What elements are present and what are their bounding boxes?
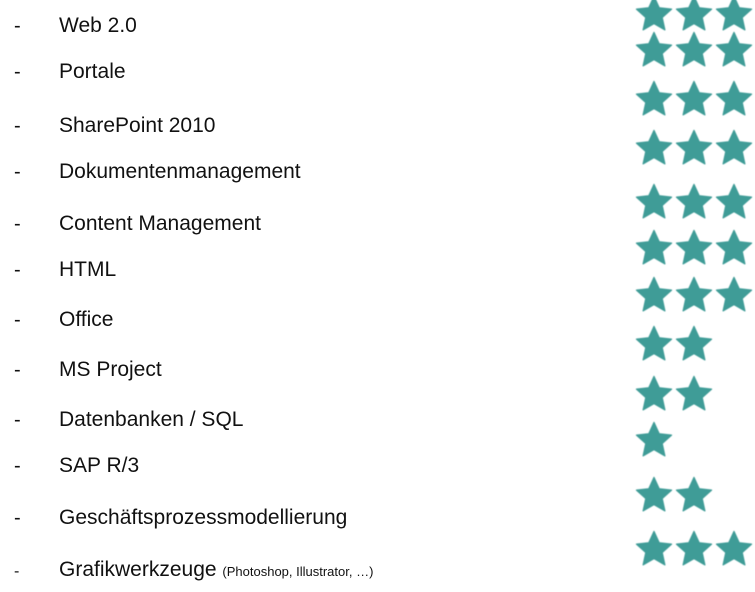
bullet-dash: - — [14, 161, 21, 183]
star-icon — [674, 529, 714, 569]
bullet-dash: - — [14, 359, 21, 381]
star-icon — [714, 275, 754, 315]
star-icon — [674, 79, 714, 119]
skill-label: Portale — [59, 58, 126, 86]
star-icon — [634, 79, 674, 119]
bullet-dash: - — [14, 455, 21, 477]
skill-name: Content Management — [59, 212, 261, 235]
star-icon — [634, 0, 674, 34]
skill-label: Content Management — [59, 210, 261, 238]
bullet-dash: - — [14, 213, 21, 235]
skill-label: Grafikwerkzeuge (Photoshop, Illustrator,… — [59, 556, 373, 586]
star-icon — [634, 324, 674, 364]
skill-rating — [634, 420, 674, 460]
bullet-dash: - — [14, 61, 21, 83]
star-icon — [674, 475, 714, 515]
skill-name: SAP R/3 — [59, 454, 140, 477]
skill-name: Grafikwerkzeuge — [59, 558, 217, 581]
skill-rating — [634, 30, 754, 70]
star-icon — [634, 475, 674, 515]
star-icon — [674, 228, 714, 268]
skill-label: SharePoint 2010 — [59, 112, 215, 140]
skill-label: HTML — [59, 256, 116, 284]
star-icon — [714, 79, 754, 119]
skill-name: HTML — [59, 258, 117, 281]
star-icon — [674, 374, 714, 414]
bullet-dash: - — [14, 309, 21, 331]
star-icon — [674, 128, 714, 168]
skill-label: Datenbanken / SQL — [59, 406, 243, 434]
star-icon — [634, 182, 674, 222]
skill-rating — [634, 275, 754, 315]
star-icon — [634, 374, 674, 414]
skill-name: MS Project — [59, 358, 162, 381]
bullet-dash: - — [14, 115, 21, 137]
skill-name: SharePoint 2010 — [59, 114, 216, 137]
skill-name: Datenbanken / SQL — [59, 408, 244, 431]
star-icon — [674, 30, 714, 70]
skill-label: Office — [59, 306, 113, 334]
star-icon — [714, 128, 754, 168]
star-icon — [634, 30, 674, 70]
bullet-dash: - — [14, 507, 21, 529]
skill-rating — [634, 128, 754, 168]
skill-label: MS Project — [59, 356, 162, 384]
star-icon — [714, 0, 754, 34]
star-icon — [634, 228, 674, 268]
skill-rating — [634, 228, 754, 268]
skill-row: - Grafikwerkzeuge (Photoshop, Illustrator… — [0, 530, 755, 592]
skill-name: Web 2.0 — [59, 14, 137, 37]
skill-note: (Photoshop, Illustrator, …) — [222, 564, 374, 579]
skill-name: Dokumentenmanagement — [59, 160, 301, 183]
star-icon — [674, 324, 714, 364]
skill-label: Geschäftsprozessmodellierung — [59, 504, 347, 532]
skill-rating — [634, 0, 754, 34]
bullet-dash: - — [14, 15, 21, 37]
star-icon — [674, 0, 714, 34]
star-icon — [634, 420, 674, 460]
skill-label: SAP R/3 — [59, 452, 139, 480]
skill-name: Geschäftsprozessmodellierung — [59, 506, 348, 529]
star-icon — [674, 182, 714, 222]
skill-rating — [634, 529, 754, 569]
skill-rating — [634, 79, 754, 119]
skill-name: Office — [59, 308, 114, 331]
star-icon — [674, 275, 714, 315]
skill-name: Portale — [59, 60, 126, 83]
skill-rating — [634, 182, 754, 222]
skill-rating — [634, 324, 714, 364]
star-icon — [714, 182, 754, 222]
bullet-dash: - — [14, 259, 21, 281]
skill-list: - Web 2.0 - Portale - SharePoint 2010 - Dokumen… — [0, 0, 755, 588]
star-icon — [714, 529, 754, 569]
bullet-dash: - — [14, 409, 21, 431]
star-icon — [634, 275, 674, 315]
star-icon — [714, 228, 754, 268]
bullet-dash: - — [14, 563, 20, 580]
star-icon — [714, 30, 754, 70]
star-icon — [634, 128, 674, 168]
skill-label: Web 2.0 — [59, 12, 137, 40]
star-icon — [634, 529, 674, 569]
skill-rating — [634, 475, 714, 515]
skill-rating — [634, 374, 714, 414]
skill-label: Dokumentenmanagement — [59, 158, 301, 186]
